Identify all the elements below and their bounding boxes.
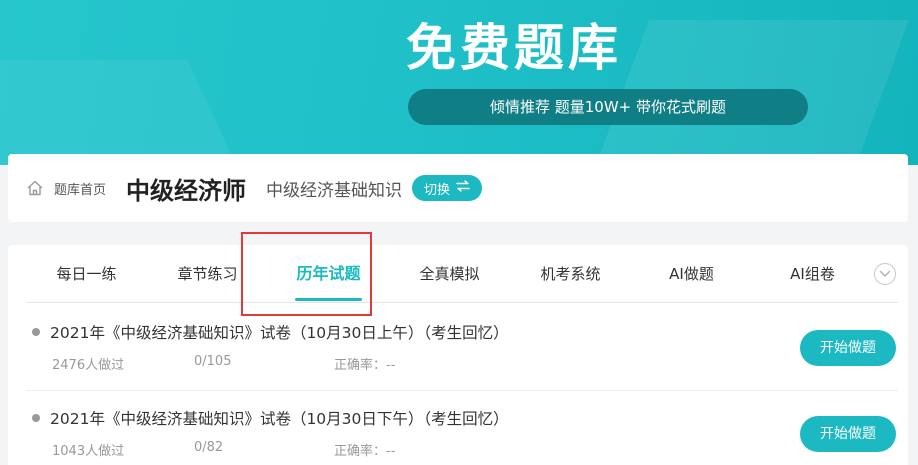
breadcrumb-home-link[interactable]: 题库首页 bbox=[54, 179, 106, 198]
tab-computer-exam[interactable]: 机考系统 bbox=[510, 245, 631, 303]
list-item: 2021年《中级经济基础知识》试卷（10月30日下午）（考生回忆） 1043人做… bbox=[26, 391, 898, 465]
swap-arrows-icon bbox=[456, 180, 470, 196]
done-count: 2476人做过 bbox=[52, 358, 125, 373]
list-item: 2021年《中级经济基础知识》试卷（10月30日上午）（考生回忆） 2476人做… bbox=[26, 305, 898, 391]
accuracy-rate: 正确率：-- bbox=[334, 444, 396, 459]
banner-title: 免费题库 bbox=[406, 19, 622, 77]
tab-bar: 每日一练 章节练习 历年试题 全真模拟 机考系统 AI做题 AI组卷 bbox=[26, 245, 898, 303]
breadcrumb: 题库首页 中级经济师 中级经济基础知识 切换 bbox=[8, 154, 908, 222]
paper-title[interactable]: 2021年《中级经济基础知识》试卷（10月30日下午）（考生回忆） bbox=[50, 407, 509, 429]
exam-title: 中级经济师 bbox=[126, 176, 247, 205]
bullet-dot bbox=[32, 414, 40, 422]
tab-mock-exam[interactable]: 全真模拟 bbox=[389, 245, 510, 303]
switch-label: 切换 bbox=[424, 182, 451, 198]
banner-slogan: 倾情推荐 题量10W+ 带你花式刷题 bbox=[408, 89, 808, 125]
bullet-dot bbox=[32, 328, 40, 336]
start-practice-button[interactable]: 开始做题 bbox=[800, 330, 896, 366]
home-icon[interactable] bbox=[26, 178, 46, 198]
tab-ai-paper[interactable]: AI组卷 bbox=[752, 245, 873, 303]
subject-name: 中级经济基础知识 bbox=[266, 180, 403, 201]
start-practice-button[interactable]: 开始做题 bbox=[800, 416, 896, 452]
tab-ai-practice[interactable]: AI做题 bbox=[631, 245, 752, 303]
banner: 免费题库 倾情推荐 题量10W+ 带你花式刷题 bbox=[0, 0, 918, 165]
paper-title[interactable]: 2021年《中级经济基础知识》试卷（10月30日上午）（考生回忆） bbox=[50, 321, 509, 343]
switch-button[interactable]: 切换 bbox=[412, 175, 483, 201]
chevron-down-icon[interactable] bbox=[874, 263, 896, 285]
accuracy-rate: 正确率：-- bbox=[334, 358, 396, 373]
progress-count: 0/105 bbox=[194, 354, 232, 369]
progress-count: 0/82 bbox=[194, 440, 224, 455]
tab-daily-practice[interactable]: 每日一练 bbox=[26, 245, 147, 303]
question-bank-panel: 每日一练 章节练习 历年试题 全真模拟 机考系统 AI做题 AI组卷 2021年… bbox=[8, 245, 908, 465]
highlight-annotation-box bbox=[241, 232, 372, 316]
done-count: 1043人做过 bbox=[52, 444, 125, 459]
